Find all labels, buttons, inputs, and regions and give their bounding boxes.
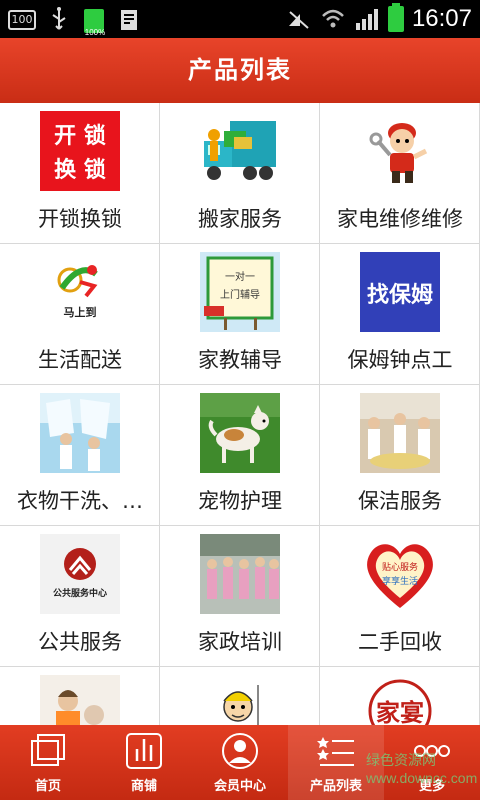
nav-member[interactable]: 会员中心	[192, 725, 288, 800]
laundry-photo-icon	[40, 393, 120, 473]
grid-item-pet[interactable]: 宠物护理	[160, 385, 320, 526]
tutor-board-icon: 一对一 上门辅导	[200, 252, 280, 332]
svg-text:换 锁: 换 锁	[54, 157, 106, 183]
page-title: 产品列表	[188, 56, 292, 84]
grid-item-unlock[interactable]: 开 锁 换 锁 开锁换锁	[0, 103, 160, 244]
grid-item-delivery[interactable]: 马上到 生活配送	[0, 244, 160, 385]
nav-label: 商铺	[130, 779, 157, 794]
grid-item-label: 保洁服务	[358, 489, 442, 513]
moving-truck-icon	[200, 111, 280, 191]
grid-item-label: 公共服务	[38, 630, 122, 654]
grid-item-label: 二手回收	[358, 630, 442, 654]
grid-item-cleaning[interactable]: 保洁服务	[320, 385, 480, 526]
grid-item-public[interactable]: 公共服务中心 公共服务	[0, 526, 160, 667]
watermark: 绿色资源网 www.downcc.com	[366, 752, 478, 786]
wifi-icon	[322, 9, 344, 28]
cartoon-cleaner-icon	[200, 675, 280, 725]
grid-item-training[interactable]: 家政培训	[160, 526, 320, 667]
svg-text:家宴: 家宴	[376, 698, 424, 725]
usb-icon	[52, 7, 66, 30]
delivery-icon: 马上到	[40, 252, 120, 332]
cleaning-photo-icon	[360, 393, 440, 473]
grid-item-laundry[interactable]: 衣物干洗、…	[0, 385, 160, 526]
nav-label: 首页	[34, 779, 61, 794]
svg-text:上门辅导: 上门辅导	[220, 288, 260, 301]
clock: 16:07	[411, 5, 472, 32]
document-icon	[121, 10, 137, 30]
elder-care-photo-icon	[40, 675, 120, 725]
dog-photo-icon	[200, 393, 280, 473]
repairman-icon	[360, 111, 440, 191]
no-signal-icon	[288, 11, 309, 29]
nav-shop[interactable]: 商铺	[96, 725, 192, 800]
grid-item-banquet[interactable]: 家宴	[320, 667, 480, 725]
unlock-icon: 开 锁 换 锁	[40, 111, 120, 191]
svg-text:开 锁: 开 锁	[54, 123, 106, 149]
grid-item-label: 开锁换锁	[38, 207, 122, 231]
storage-badge: 100	[8, 10, 36, 30]
svg-text:马上到: 马上到	[64, 305, 97, 319]
nav-home[interactable]: 首页	[0, 725, 96, 800]
grid-item-label: 保姆钟点工	[347, 348, 453, 372]
public-service-icon: 公共服务中心	[40, 534, 120, 614]
grid-item-label: 搬家服务	[198, 207, 282, 231]
svg-text:享享生活: 享享生活	[382, 575, 418, 587]
grid-item-label: 家政培训	[198, 630, 282, 654]
grid-item-cleaner[interactable]	[160, 667, 320, 725]
grid-item-label: 衣物干洗、…	[17, 489, 143, 513]
home-icon	[31, 734, 65, 766]
title-bar: 产品列表	[0, 38, 480, 103]
svg-text:公共服务中心: 公共服务中心	[53, 587, 107, 599]
battery-status-icon: 100%	[82, 6, 106, 37]
grid-item-label: 宠物护理	[198, 489, 282, 513]
member-icon	[222, 733, 258, 769]
grid-item-nanny[interactable]: 找保姆 保姆钟点工	[320, 244, 480, 385]
nanny-icon: 找保姆	[360, 252, 440, 332]
grid-item-recycle[interactable]: 贴心服务 享享生活 二手回收	[320, 526, 480, 667]
battery-icon	[387, 3, 404, 32]
training-photo-icon	[200, 534, 280, 614]
heart-badge-icon: 贴心服务 享享生活	[360, 534, 440, 614]
status-bar: 100 100% 16:07	[0, 0, 480, 38]
product-grid: 开 锁 换 锁 开锁换锁 搬家服务 家电维修维修 马上到 生活配送 一对一 上门…	[0, 103, 480, 725]
svg-text:一对一: 一对一	[225, 270, 255, 283]
grid-item-label: 家电维修维修	[337, 207, 463, 231]
grid-item-label: 生活配送	[38, 348, 122, 372]
family-banquet-icon: 家宴	[360, 675, 440, 725]
svg-text:贴心服务: 贴心服务	[382, 561, 418, 573]
grid-item-elder-care[interactable]	[0, 667, 160, 725]
product-list-icon	[317, 737, 354, 766]
svg-text:找保姆: 找保姆	[367, 282, 433, 308]
shop-icon	[126, 733, 162, 769]
nav-label: 会员中心	[213, 779, 266, 794]
grid-item-tutor[interactable]: 一对一 上门辅导 家教辅导	[160, 244, 320, 385]
cell-signal-icon	[355, 9, 378, 30]
grid-item-label: 家教辅导	[198, 348, 282, 372]
grid-item-repair[interactable]: 家电维修维修	[320, 103, 480, 244]
grid-item-moving[interactable]: 搬家服务	[160, 103, 320, 244]
